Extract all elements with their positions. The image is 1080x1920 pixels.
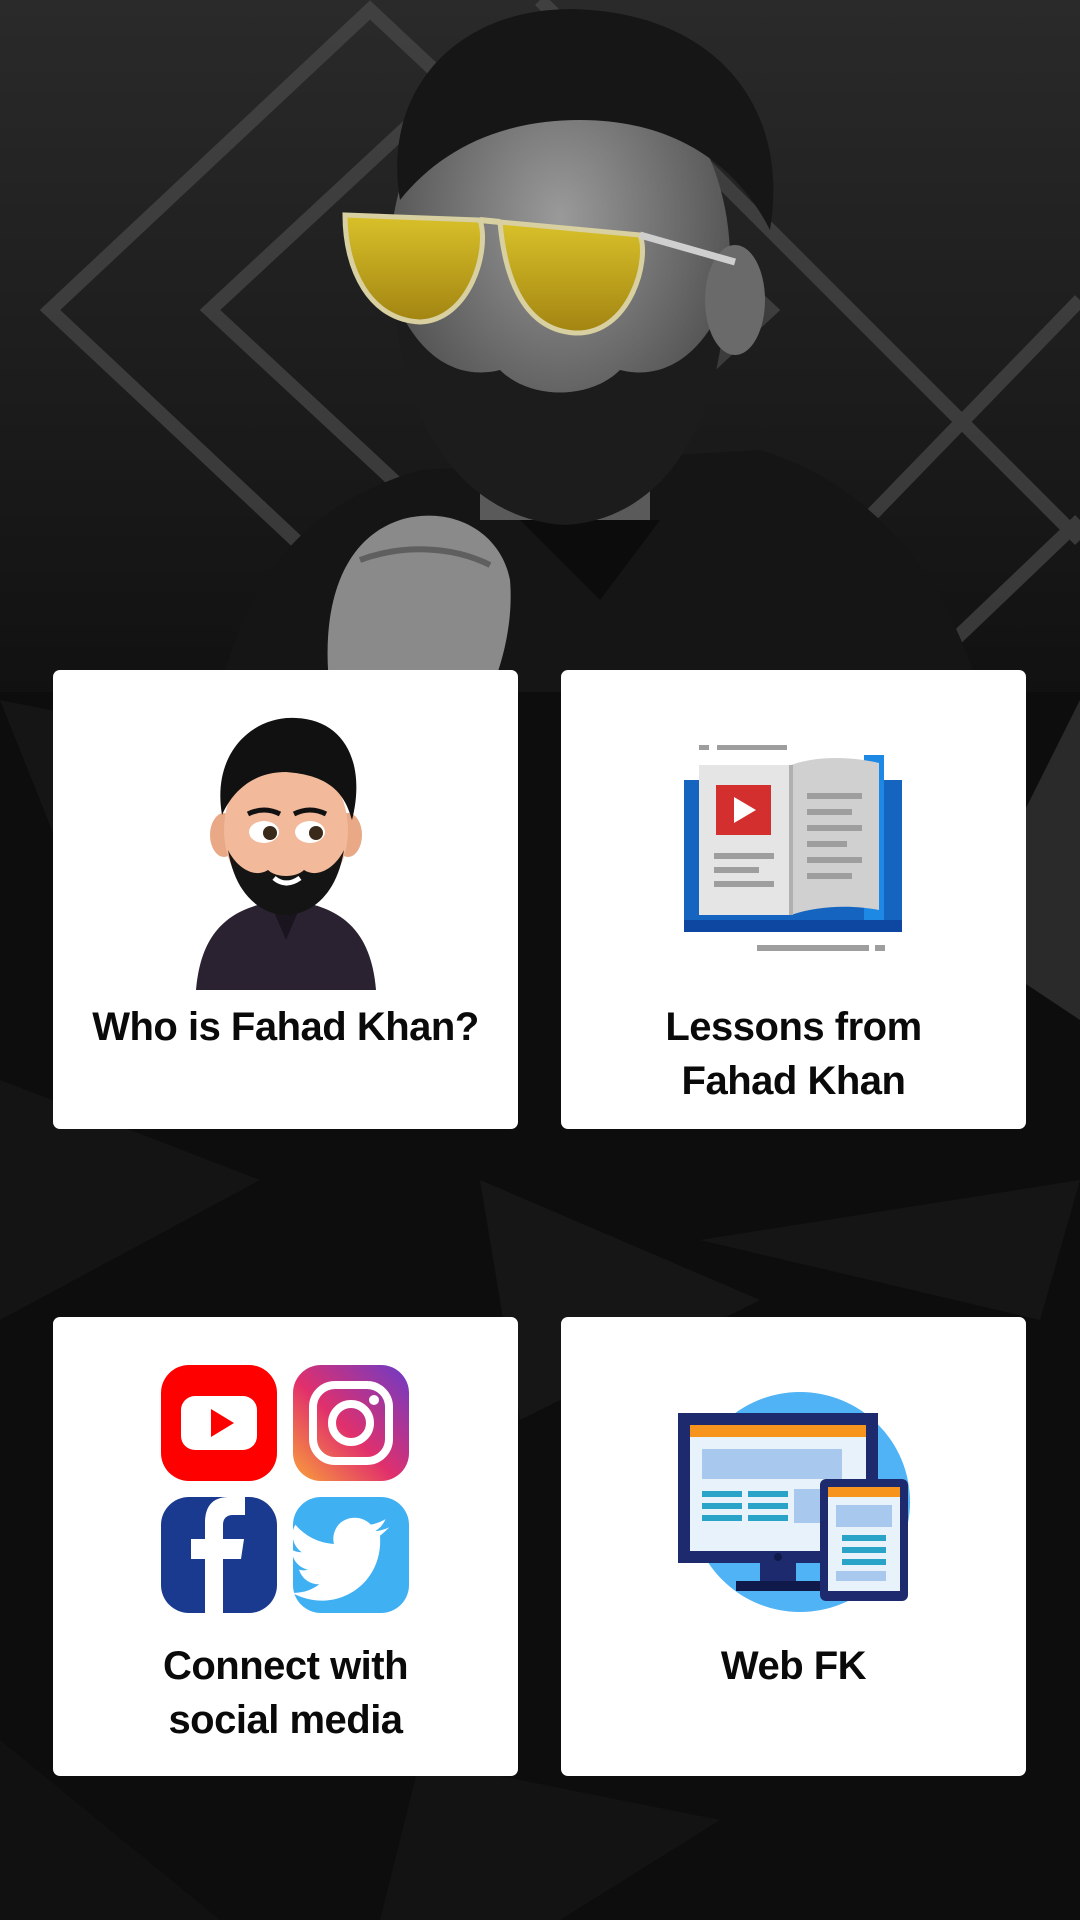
youtube-icon[interactable] bbox=[160, 1365, 277, 1481]
card-label: Connect with social media bbox=[162, 1644, 409, 1742]
web-fk-card[interactable]: Web FK bbox=[561, 1317, 1026, 1776]
home-screen: Who is Fahad Khan? Lessons from Fahad Kh… bbox=[0, 0, 1080, 1920]
instagram-icon[interactable] bbox=[292, 1365, 409, 1481]
social-media-icons bbox=[160, 1365, 411, 1615]
card-label: Who is Fahad Khan? bbox=[92, 1005, 479, 1049]
video-book-icon bbox=[683, 745, 902, 951]
twitter-icon[interactable] bbox=[291, 1497, 409, 1613]
card-label: Lessons from Fahad Khan bbox=[665, 1005, 922, 1103]
facebook-icon[interactable] bbox=[160, 1497, 277, 1613]
card-label: Web FK bbox=[720, 1644, 867, 1688]
hero-photo bbox=[0, 0, 1080, 692]
who-is-card[interactable]: Who is Fahad Khan? bbox=[53, 670, 518, 1129]
website-devices-icon bbox=[677, 1392, 910, 1612]
avatar-cartoon-icon bbox=[195, 717, 376, 990]
profile-photo bbox=[0, 0, 1080, 692]
social-media-card[interactable]: Connect with social media bbox=[53, 1317, 518, 1776]
lessons-card[interactable]: Lessons from Fahad Khan bbox=[561, 670, 1026, 1129]
